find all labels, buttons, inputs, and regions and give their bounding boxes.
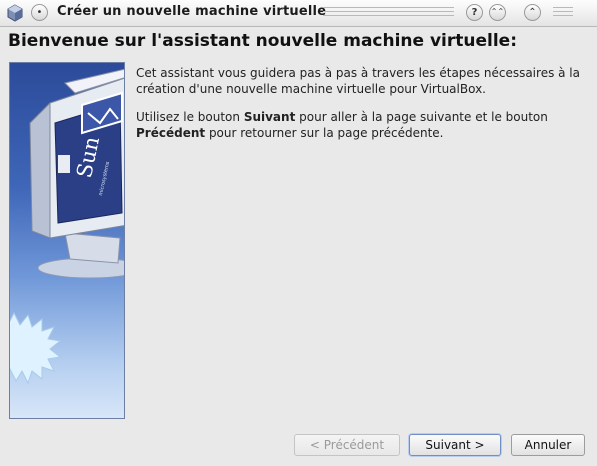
intro-paragraph: Cet assistant vous guidera pas à pas à t… (136, 66, 580, 96)
next-keyword: Suivant (243, 110, 296, 124)
help-text-part: Utilisez le bouton (136, 110, 244, 124)
help-icon[interactable]: ? (466, 4, 483, 21)
sun-monitor-illustration (10, 68, 124, 385)
next-button[interactable]: Suivant > (409, 434, 501, 456)
titlebar-decoration (323, 7, 454, 19)
navigation-help-paragraph: Utilisez le bouton Suivant pour aller à … (136, 109, 586, 141)
wizard-description: Cet assistant vous guidera pas à pas à t… (136, 65, 586, 153)
wizard-watermark-image: Sun microsystems (9, 62, 125, 419)
shade-window-icon[interactable]: ⌃⌃ (489, 4, 506, 21)
help-text-part: pour retourner sur la page précédente. (205, 126, 444, 140)
previous-keyword: Précédent (136, 126, 206, 140)
cancel-button[interactable]: Annuler (511, 434, 585, 456)
virtualbox-cube-icon[interactable] (6, 4, 24, 22)
previous-button[interactable]: < Précédent (294, 434, 400, 456)
wizard-button-bar: < Précédent Suivant > Annuler (0, 428, 597, 466)
wizard-page-title: Bienvenue sur l'assistant nouvelle machi… (8, 31, 518, 51)
titlebar-decoration-right (553, 7, 573, 19)
maximize-window-icon[interactable]: ⌃ (524, 4, 541, 21)
window-menu-button[interactable]: • (31, 4, 48, 21)
help-text-part: pour aller à la page suivante et le bout… (295, 110, 548, 124)
window-title: Créer un nouvelle machine virtuelle (57, 4, 327, 19)
window-titlebar[interactable]: • Créer un nouvelle machine virtuelle ? … (0, 0, 597, 27)
